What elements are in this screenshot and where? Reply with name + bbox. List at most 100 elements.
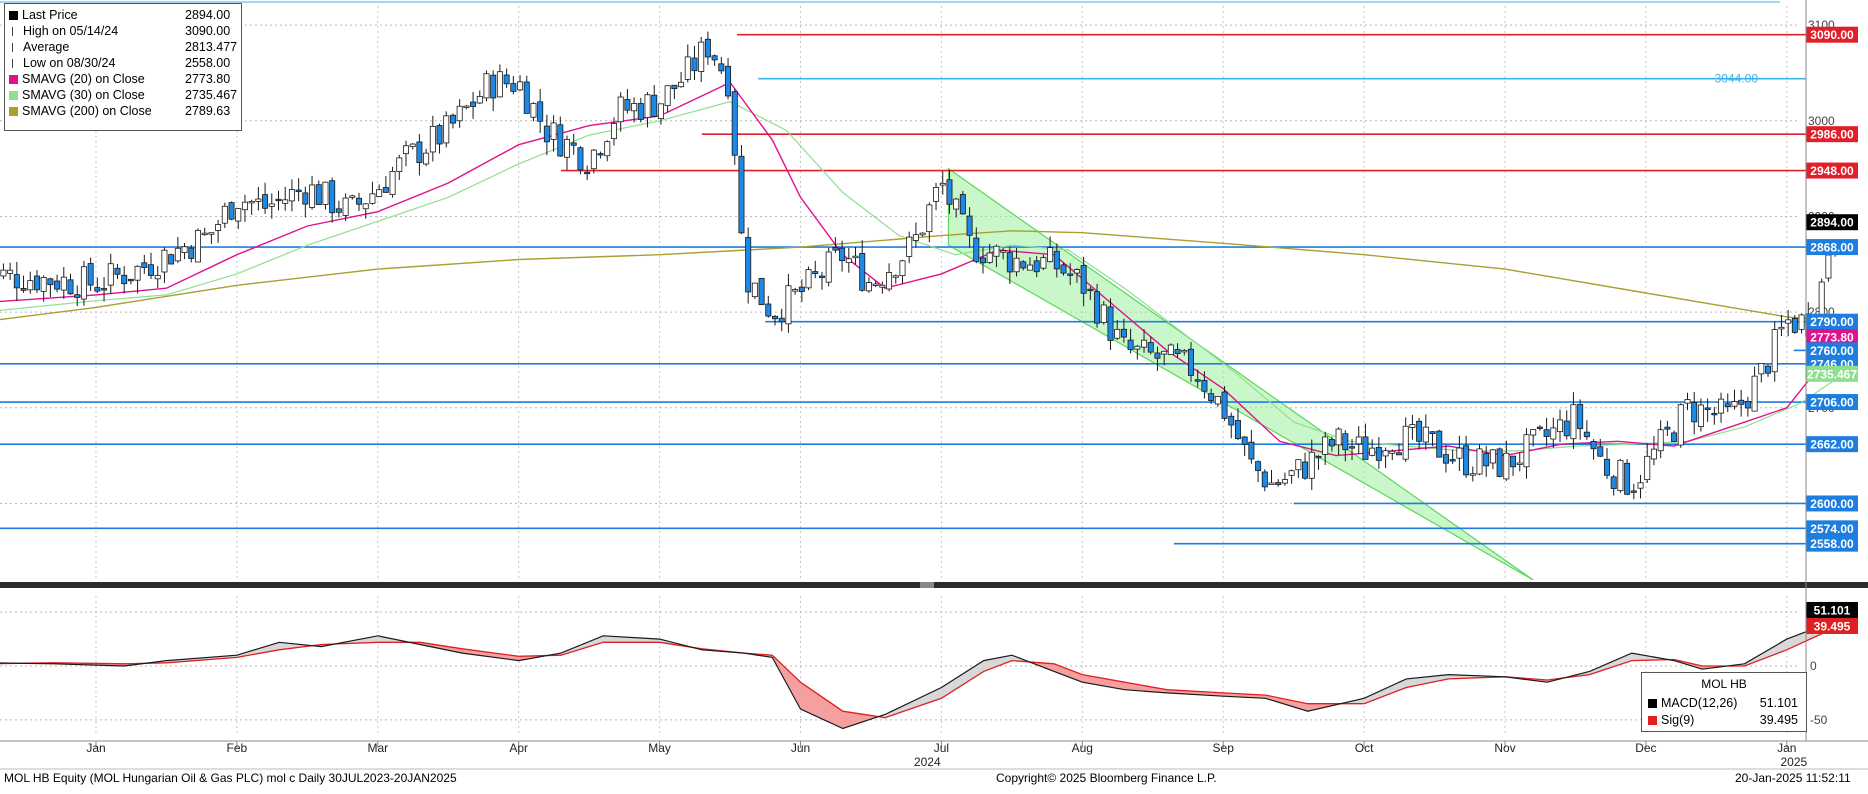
year-tick-label: 2024 [914, 755, 941, 769]
candle-body [222, 206, 227, 223]
candle-body [611, 123, 616, 138]
candle-body [1376, 447, 1381, 460]
candle-body [61, 277, 66, 290]
candle-body [1021, 262, 1026, 268]
candle-body [1490, 450, 1495, 463]
macd-histogram-fill [606, 636, 609, 642]
macd-histogram-fill [1108, 679, 1111, 687]
candle-body [1195, 380, 1200, 382]
candle-body [464, 106, 469, 108]
candle-body [913, 235, 918, 241]
macd-histogram-fill [831, 703, 834, 724]
candle-body [1765, 366, 1770, 373]
month-tick-label: Feb [227, 741, 248, 755]
candle-body [1470, 474, 1475, 476]
candle-body [752, 283, 757, 297]
legend-value: 2773.80 [185, 71, 230, 87]
candle-body [1477, 449, 1482, 474]
candle-body [1242, 437, 1247, 444]
macd-histogram-fill [1415, 678, 1418, 686]
candle-body [1537, 427, 1542, 429]
legend-row: SMAVG (20) on Close2773.80 [9, 71, 162, 87]
candle-body [678, 82, 683, 86]
candle-body [1289, 471, 1294, 476]
candle-body [1591, 441, 1596, 448]
candle-body [980, 258, 985, 263]
candle-body [21, 288, 26, 290]
candle-body [1571, 405, 1576, 439]
candle-body [1182, 350, 1187, 352]
candle-body [1718, 399, 1723, 413]
month-tick-label: Aug [1072, 741, 1093, 755]
candle-body [195, 230, 200, 262]
square-icon [9, 75, 18, 84]
bloomberg-chart: 2600270028002900300031003090.003044.0029… [0, 0, 1868, 789]
high-marker-icon [12, 27, 19, 36]
macd-histogram-fill [1088, 676, 1091, 684]
candle-body [1162, 351, 1167, 354]
candle-body [1074, 270, 1079, 273]
candle-body [1034, 261, 1039, 272]
legend-row: Average2813.477 [9, 39, 163, 55]
candle-body [920, 233, 925, 235]
candle-body [1772, 330, 1777, 372]
candle-body [1725, 404, 1730, 407]
candle-body [1752, 376, 1757, 411]
candle-body [249, 201, 254, 203]
candle-body [1249, 442, 1254, 459]
level-badge-label: 2986.00 [1810, 128, 1854, 142]
candle-body [1497, 449, 1502, 477]
macd-histogram-fill [803, 684, 806, 712]
month-tick-label: Sep [1213, 741, 1235, 755]
candle-body [759, 278, 764, 304]
macd-histogram-fill [984, 660, 987, 671]
macd-histogram-fill [1122, 682, 1125, 690]
macd-histogram-fill [1096, 677, 1099, 685]
level-badge-label: 2948.00 [1810, 164, 1854, 178]
macd-histogram-fill [603, 636, 606, 642]
candle-body [1101, 305, 1106, 323]
month-tick-label: Dec [1635, 741, 1656, 755]
candle-body [558, 125, 563, 156]
candle-body [511, 84, 516, 92]
candle-body [1437, 431, 1442, 457]
level-badge-label: 3090.00 [1810, 28, 1854, 42]
candle-body [1282, 480, 1287, 484]
macd-histogram-fill [817, 694, 820, 718]
legend-label: High on 05/14/24 [23, 23, 163, 39]
candle-body [1329, 440, 1334, 446]
candle-body [564, 140, 569, 158]
candle-body [1417, 421, 1422, 441]
level-badge-label: 2790.00 [1810, 315, 1854, 329]
candle-body [1296, 460, 1301, 470]
candle-body [383, 187, 388, 192]
candle-body [397, 158, 402, 172]
signal-badge-label: 39.495 [1814, 619, 1851, 633]
candle-body [1705, 408, 1710, 410]
macd-histogram-fill [1119, 681, 1122, 689]
candle-body [229, 203, 234, 220]
candle-body [450, 115, 455, 123]
candle-body [1276, 483, 1281, 485]
candle-body [182, 247, 187, 253]
candle-body [1638, 483, 1643, 488]
candle-body [1155, 353, 1160, 358]
macd-fill-group [0, 611, 1846, 728]
candle-body [766, 304, 771, 316]
macd-histogram-fill [623, 637, 626, 642]
macd-histogram-fill [840, 709, 843, 728]
candle-body [1651, 449, 1656, 459]
candle-body [242, 202, 247, 210]
candle-body [1443, 455, 1448, 464]
month-tick-label: Jul [934, 741, 949, 755]
candle-body [81, 267, 86, 299]
level-badge-label: 2868.00 [1810, 241, 1854, 255]
candle-body [1457, 448, 1462, 458]
macd-histogram-fill [629, 637, 632, 642]
candle-body [1061, 265, 1066, 273]
candle-body [1799, 315, 1804, 329]
macd-histogram-fill [815, 692, 818, 717]
candle-body [1732, 402, 1737, 407]
candle-body [1685, 399, 1690, 403]
candle-body [793, 290, 798, 292]
